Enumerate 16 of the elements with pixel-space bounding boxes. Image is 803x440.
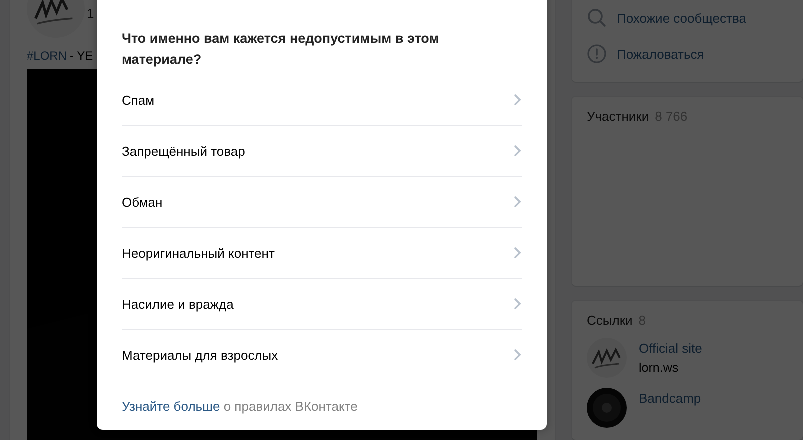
chevron-icon	[514, 247, 522, 259]
warning-icon	[587, 44, 607, 64]
dialog-question: Что именно вам кажется недопустимым в этом материале?	[122, 30, 440, 69]
members-title: Участники	[587, 109, 650, 124]
chevron-icon	[514, 298, 522, 310]
rules-note: Узнайте больше о правилах ВКонтакте	[122, 399, 359, 414]
post-title: - YE	[70, 49, 94, 63]
chevron-icon	[514, 94, 522, 106]
search-icon	[587, 8, 607, 28]
learn-more-link[interactable]: Узнайте больше	[122, 399, 220, 414]
chevron-icon	[514, 145, 522, 157]
links-title: Ссылки	[587, 313, 633, 328]
chevron-icon	[514, 349, 522, 361]
link-address: lorn.ws	[639, 361, 680, 375]
post-counter: 1	[87, 6, 94, 21]
chevron-icon	[514, 196, 522, 208]
